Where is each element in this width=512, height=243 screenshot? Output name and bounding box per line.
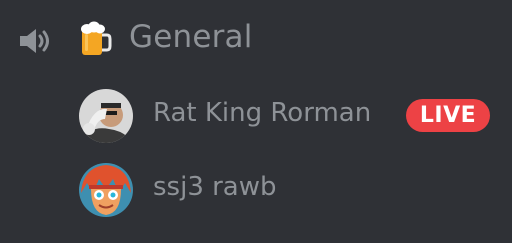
voice-member-item[interactable]: Rat King Rorman LIVE	[0, 84, 512, 148]
avatar	[79, 89, 133, 143]
avatar	[79, 163, 133, 217]
member-name: ssj3 rawb	[153, 172, 277, 202]
channel-name: General	[129, 19, 253, 55]
beer-mug-icon	[78, 20, 112, 58]
voice-member-item[interactable]: ssj3 rawb	[0, 158, 512, 222]
speaker-icon	[17, 26, 57, 56]
voice-channel-general[interactable]: General	[0, 14, 512, 66]
live-badge: LIVE	[406, 99, 490, 132]
member-name: Rat King Rorman	[153, 98, 372, 128]
voice-channel-panel: General Rat King Rorman LIVE ssj3 rawb	[0, 0, 512, 243]
